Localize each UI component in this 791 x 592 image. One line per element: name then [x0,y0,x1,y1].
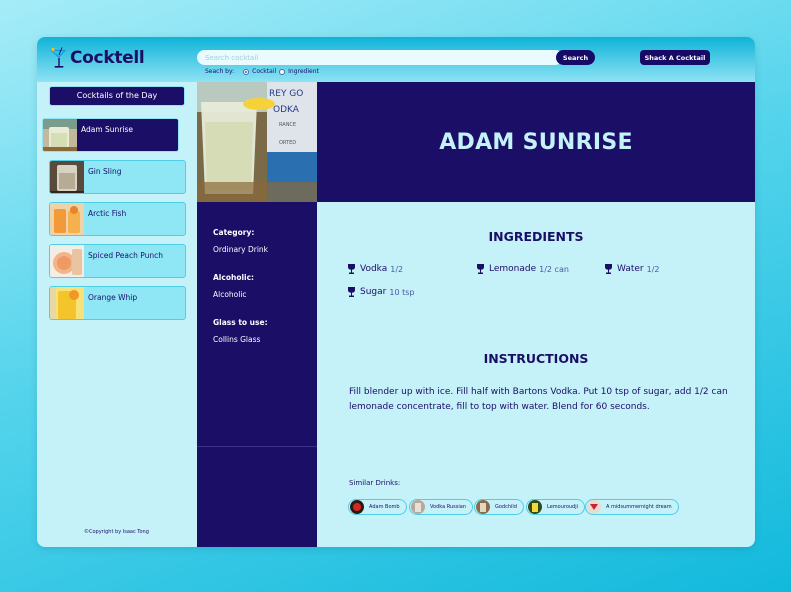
similar-drink-thumbnail [350,500,364,514]
alcoholic-value: Alcoholic [213,290,247,299]
ingredient-measure: 10 tsp [389,287,415,297]
photo-label-line3: RANCE [279,122,296,128]
similar-drink-thumbnail [587,500,601,514]
brand-name: Cocktell [70,48,145,68]
category-label: Category: [213,228,255,237]
app-window: Cocktell Search Shack A Cocktail Seach b… [37,37,755,547]
sidebar: Cocktails of the Day Adam Sunrise Gin Sl… [37,82,197,547]
drink-card-adam-sunrise[interactable]: Adam Sunrise [42,118,179,152]
wine-glass-icon [348,287,355,297]
drink-card-gin-sling[interactable]: Gin Sling [49,160,186,194]
ingredient-item: Sugar 10 tsp [348,287,414,297]
instructions-text: Fill blender up with ice. Fill half with… [349,387,728,412]
ingredient-item: Lemonade 1/2 can [477,264,569,274]
similar-drink-name: Lemouroudji [547,504,578,510]
search-input[interactable] [197,50,563,65]
ingredient-name: Water [617,264,644,274]
similar-drink-chip[interactable]: Adam Bomb [348,499,407,515]
drink-name: Orange Whip [88,293,138,302]
cocktails-of-the-day-heading: Cocktails of the Day [49,86,185,106]
similar-drink-thumbnail [528,500,542,514]
ingredient-name: Lemonade [489,264,537,274]
alcoholic-label: Alcoholic: [213,273,255,282]
cocktail-radio[interactable] [243,68,250,75]
drink-name: Adam Sunrise [81,125,134,134]
ingredient-measure: 1/2 [390,264,404,274]
glass-label: Glass to use: [213,318,268,327]
search-by-label: Seach by: [205,68,235,75]
drink-card-spiced-peach-punch[interactable]: Spiced Peach Punch [49,244,186,278]
similar-drink-name: Adam Bomb [369,504,400,510]
ingredient-item: Vodka 1/2 [348,264,403,274]
instructions-heading: INSTRUCTIONS [483,351,589,366]
drink-card-orange-whip[interactable]: Orange Whip [49,286,186,320]
ingredient-measure: 1/2 [646,264,660,274]
ingredient-measure: 1/2 can [539,264,569,274]
drink-card-arctic-fish[interactable]: Arctic Fish [49,202,186,236]
drink-name: Arctic Fish [88,209,127,218]
similar-drink-thumbnail [476,500,490,514]
drink-title: ADAM SUNRISE [439,129,633,155]
cocktail-glass-icon [50,47,66,68]
similar-drink-thumbnail [411,500,425,514]
ingredient-name: Vodka [360,264,388,274]
ingredient-name: Sugar [360,287,387,297]
drink-thumbnail [50,245,84,277]
drink-info-panel: REY GO ODKA RANCE ORTED Category: Ordina… [197,82,317,547]
similar-drinks-label: Similar Drinks: [349,479,401,487]
wine-glass-icon [477,264,484,274]
drink-title-banner: ADAM SUNRISE [317,82,755,202]
glass-info: Glass to use: Collins Glass [213,318,268,344]
copyright-text: ©Copyright by Isaac Tong [84,529,149,535]
similar-drink-chip[interactable]: Godchild [474,499,524,515]
drink-thumbnail [50,161,84,193]
wine-glass-icon [605,264,612,274]
search-by-options: Seach by: Cocktail Ingredient [205,68,319,75]
divider [197,446,317,447]
drink-photo: REY GO ODKA RANCE ORTED [197,82,317,202]
similar-drink-chip[interactable]: Lemouroudji [526,499,585,515]
wine-glass-icon [348,264,355,274]
photo-label-line2: ODKA [273,105,300,115]
ingredients-heading: INGREDIENTS [488,229,584,244]
cocktail-radio-label[interactable]: Cocktail [252,68,276,75]
ingredient-radio-label[interactable]: Ingredient [288,68,319,75]
similar-drink-name: A midsummernight dream [606,504,672,510]
drink-name: Spiced Peach Punch [88,251,163,260]
shack-a-cocktail-button[interactable]: Shack A Cocktail [640,50,710,65]
drink-thumbnail [43,119,77,151]
top-bar: Cocktell Search Shack A Cocktail Seach b… [37,37,755,82]
similar-drink-name: Godchild [495,504,517,510]
ingredient-radio[interactable] [279,68,286,75]
search-button[interactable]: Search [556,50,595,65]
drink-thumbnail [50,287,84,319]
ingredient-item: Water 1/2 [605,264,659,274]
similar-drink-chip[interactable]: Vodka Russian [409,499,473,515]
photo-label-line4: ORTED [279,140,296,146]
logo[interactable]: Cocktell [49,45,145,71]
photo-label-line1: REY GO [269,89,303,99]
drink-thumbnail [50,203,84,235]
drink-name: Gin Sling [88,167,122,176]
category-value: Ordinary Drink [213,245,268,254]
alcoholic-info: Alcoholic: Alcoholic [213,273,254,299]
similar-drink-chip[interactable]: A midsummernight dream [585,499,679,515]
similar-drink-name: Vodka Russian [430,504,466,510]
category-info: Category: Ordinary Drink [213,228,268,254]
glass-value: Collins Glass [213,335,261,344]
